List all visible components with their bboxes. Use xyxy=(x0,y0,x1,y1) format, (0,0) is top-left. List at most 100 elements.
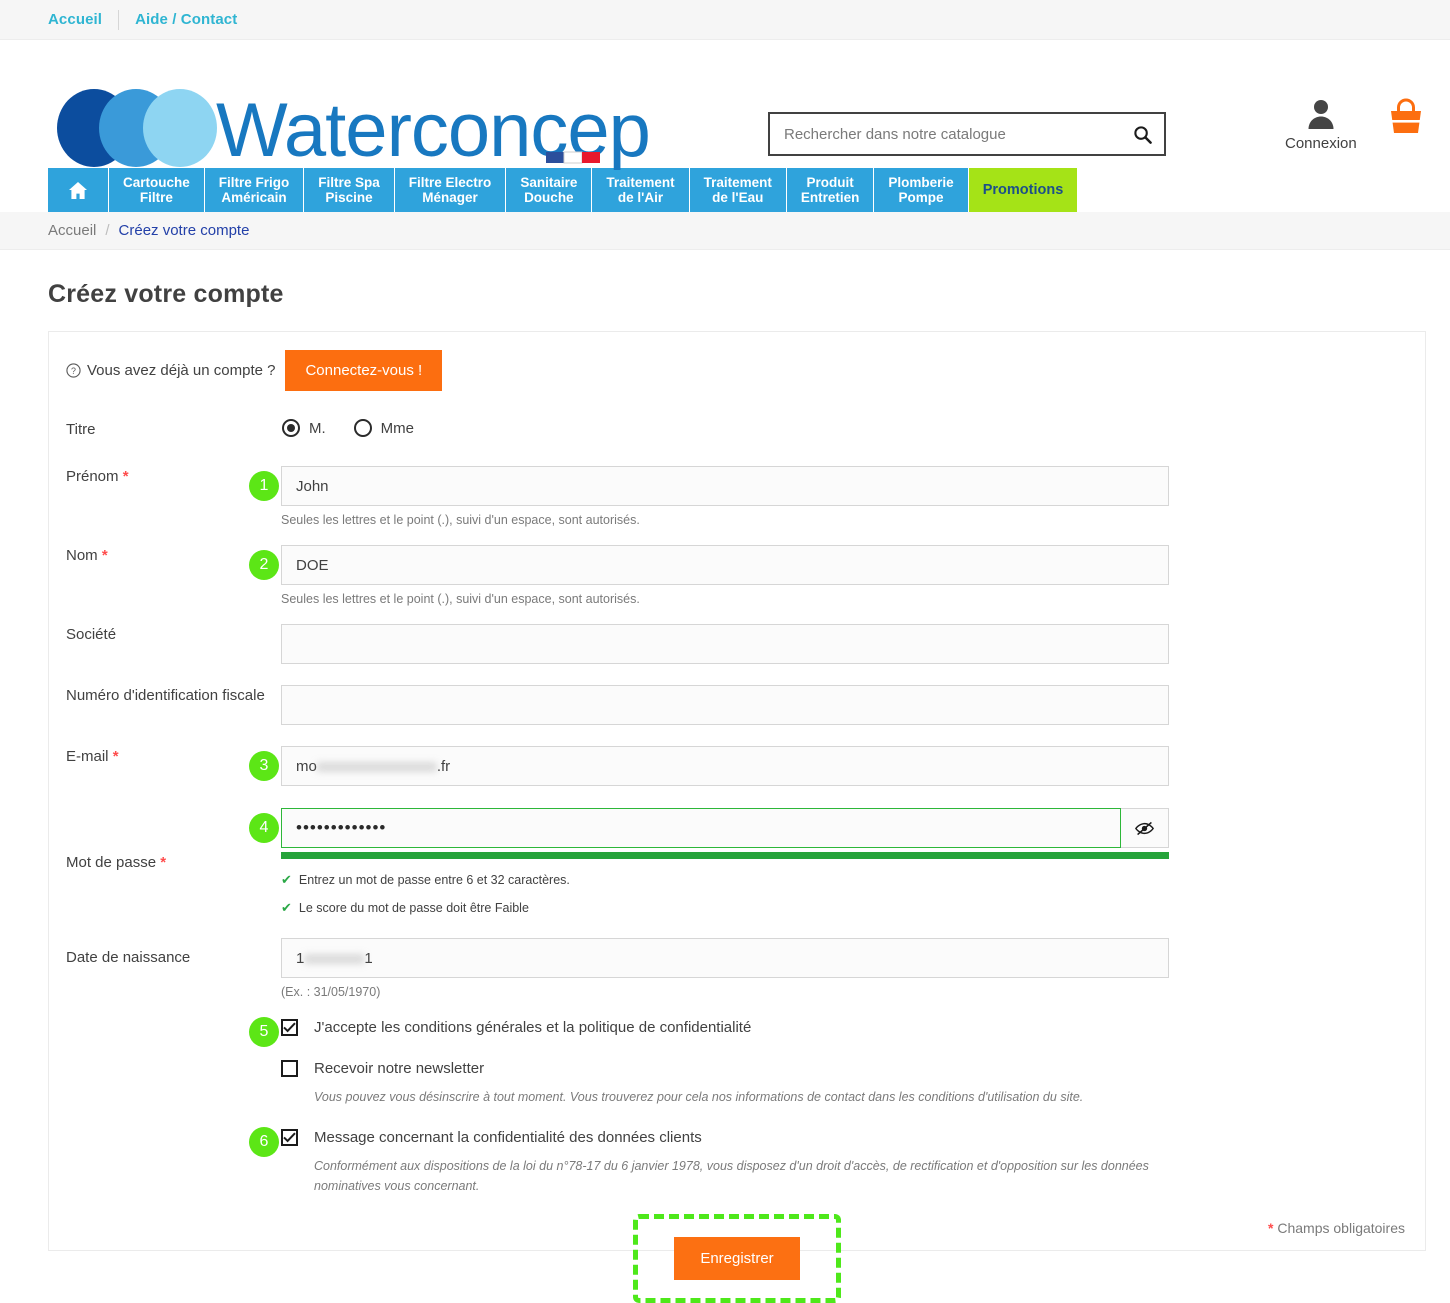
lastname-hint: Seules les lettres et le point (.), suiv… xyxy=(281,592,640,606)
email-value-redacted: xxxxxxxxxxxxxxxx xyxy=(316,757,437,775)
svg-text:?: ? xyxy=(71,366,76,376)
page-title: Créez votre compte xyxy=(48,280,284,308)
password-label: Mot de passe * xyxy=(49,808,281,873)
topbar-link-accueil[interactable]: Accueil xyxy=(48,11,102,28)
password-rule-length-text: Entrez un mot de passe entre 6 et 32 car… xyxy=(298,873,570,887)
radio-title-mme[interactable]: Mme xyxy=(353,419,415,437)
create-account-card: ? Vous avez déjà un compte ? Connectez-v… xyxy=(48,331,1426,1303)
toggle-password-visibility-button[interactable] xyxy=(1121,808,1169,848)
birthdate-value-suffix: 1 xyxy=(364,949,373,967)
birthdate-hint: (Ex. : 31/05/1970) xyxy=(281,985,381,999)
top-bar: Accueil Aide / Contact xyxy=(0,0,1450,40)
nav-item-filtre-frigo-americain[interactable]: Filtre Frigo Américain xyxy=(204,168,305,212)
check-icon xyxy=(283,1132,296,1143)
already-account-row: ? Vous avez déjà un compte ? Connectez-v… xyxy=(49,332,1425,391)
login-label: Connexion xyxy=(1285,135,1357,152)
email-required-star: * xyxy=(112,748,119,765)
password-required-star: * xyxy=(160,854,167,871)
privacy-checkbox[interactable] xyxy=(281,1129,298,1146)
topbar-divider xyxy=(118,9,120,30)
mandatory-fields-note: * Champs obligatoires xyxy=(1268,1220,1405,1236)
company-input[interactable] xyxy=(281,624,1169,664)
search-input[interactable] xyxy=(770,114,1120,154)
save-button[interactable]: Enregistrer xyxy=(674,1237,800,1280)
eye-slash-icon xyxy=(1135,821,1154,835)
email-label: E-mail * xyxy=(49,746,281,767)
password-strength-bar xyxy=(281,852,1169,859)
main-navigation: Cartouche Filtre Filtre Frigo Américain … xyxy=(0,168,1450,212)
lastname-label-text: Nom xyxy=(66,547,98,564)
login-link[interactable]: Connexion xyxy=(1285,98,1357,152)
nav-item-sanitaire-douche[interactable]: Sanitaire Douche xyxy=(506,168,593,212)
site-logo[interactable]: Waterconcept xyxy=(48,86,672,173)
company-label: Société xyxy=(66,626,117,643)
step-badge-3: 3 xyxy=(249,751,279,781)
step-badge-2: 2 xyxy=(249,550,279,580)
privacy-sub-text: Conformément aux dispositions de la loi … xyxy=(314,1159,1149,1193)
privacy-label[interactable]: Message concernant la confidentialité de… xyxy=(314,1128,702,1147)
topbar-link-aide-contact[interactable]: Aide / Contact xyxy=(135,11,237,28)
step-badge-6: 6 xyxy=(249,1127,279,1157)
radio-mme-label: Mme xyxy=(380,419,415,437)
nav-item-home[interactable] xyxy=(48,168,109,212)
privacy-checkbox-row: 6 Message concernant la confidentialité … xyxy=(249,1127,1425,1157)
terms-checkbox[interactable] xyxy=(281,1019,298,1036)
nav-item-cartouche-filtre[interactable]: Cartouche Filtre xyxy=(109,168,205,212)
birthdate-input[interactable]: 1 xxxxxxxx 1 xyxy=(281,938,1169,978)
search-button[interactable] xyxy=(1120,114,1164,154)
email-label-text: E-mail xyxy=(66,748,109,765)
breadcrumb-home[interactable]: Accueil xyxy=(48,222,96,239)
nav-item-traitement-eau[interactable]: Traitement de l'Eau xyxy=(689,168,787,212)
user-icon xyxy=(1308,100,1334,129)
radio-m-indicator[interactable] xyxy=(282,419,300,437)
check-icon xyxy=(283,1022,296,1033)
radio-mme-indicator[interactable] xyxy=(353,419,372,437)
birthdate-value-redacted: xxxxxxxx xyxy=(304,949,365,967)
login-button[interactable]: Connectez-vous ! xyxy=(285,350,443,391)
nav-item-promotions[interactable]: Promotions xyxy=(968,168,1078,212)
tax-id-label: Numéro d'identification fiscale xyxy=(66,687,265,704)
question-circle-icon: ? xyxy=(66,363,81,378)
terms-checkbox-row: 5 J'accepte les conditions générales et … xyxy=(249,1017,1425,1047)
password-label-text: Mot de passe xyxy=(66,854,157,871)
lastname-input[interactable] xyxy=(281,545,1169,585)
site-header: Waterconcept Connexion xyxy=(0,40,1450,173)
terms-label[interactable]: J'accepte les conditions générales et la… xyxy=(314,1018,751,1037)
tax-id-input[interactable] xyxy=(281,685,1169,725)
check-icon: ✔ xyxy=(281,872,292,887)
email-value-suffix: .fr xyxy=(436,757,451,775)
nav-item-plomberie-pompe[interactable]: Plomberie Pompe xyxy=(874,168,969,212)
search-box[interactable] xyxy=(768,112,1166,156)
password-rule-length: ✔ Entrez un mot de passe entre 6 et 32 c… xyxy=(281,872,1425,888)
firstname-input[interactable] xyxy=(281,466,1169,506)
title-field-label: Titre xyxy=(66,421,96,438)
nav-item-produit-entretien[interactable]: Produit Entretien xyxy=(786,168,875,212)
nav-item-traitement-air[interactable]: Traitement de l'Air xyxy=(592,168,690,212)
newsletter-checkbox-row: Recevoir notre newsletter xyxy=(281,1059,1425,1078)
email-input[interactable]: mo xxxxxxxxxxxxxxxx .fr xyxy=(281,746,1169,786)
newsletter-label[interactable]: Recevoir notre newsletter xyxy=(314,1059,484,1078)
mandatory-text: Champs obligatoires xyxy=(1277,1220,1405,1236)
password-rule-score: ✔ Le score du mot de passe doit être Fai… xyxy=(281,900,1425,916)
breadcrumb-separator: / xyxy=(105,222,110,239)
password-input[interactable]: ••••••••••••• xyxy=(281,808,1121,848)
step-badge-5: 5 xyxy=(249,1017,279,1047)
check-icon: ✔ xyxy=(281,900,292,915)
already-account-question: Vous avez déjà un compte ? xyxy=(87,362,276,379)
breadcrumb: Accueil / Créez votre compte xyxy=(0,212,1450,250)
cart-button[interactable] xyxy=(1387,98,1425,134)
firstname-label: Prénom * xyxy=(49,466,281,487)
mandatory-star: * xyxy=(1268,1220,1274,1236)
password-rule-score-text: Le score du mot de passe doit être Faibl… xyxy=(298,901,529,915)
newsletter-checkbox[interactable] xyxy=(281,1060,298,1077)
firstname-label-text: Prénom xyxy=(66,468,119,485)
nav-item-filtre-electro-menager[interactable]: Filtre Electro Ménager xyxy=(394,168,507,212)
firstname-hint: Seules les lettres et le point (.), suiv… xyxy=(281,513,640,527)
nav-item-filtre-spa-piscine[interactable]: Filtre Spa Piscine xyxy=(304,168,395,212)
firstname-required-star: * xyxy=(122,468,129,485)
lastname-label: Nom * xyxy=(49,545,281,566)
title-radio-group: M. Mme xyxy=(281,419,1425,437)
step-badge-4: 4 xyxy=(249,813,279,843)
birthdate-value-prefix: 1 xyxy=(296,949,305,967)
radio-title-m[interactable]: M. xyxy=(282,419,326,437)
